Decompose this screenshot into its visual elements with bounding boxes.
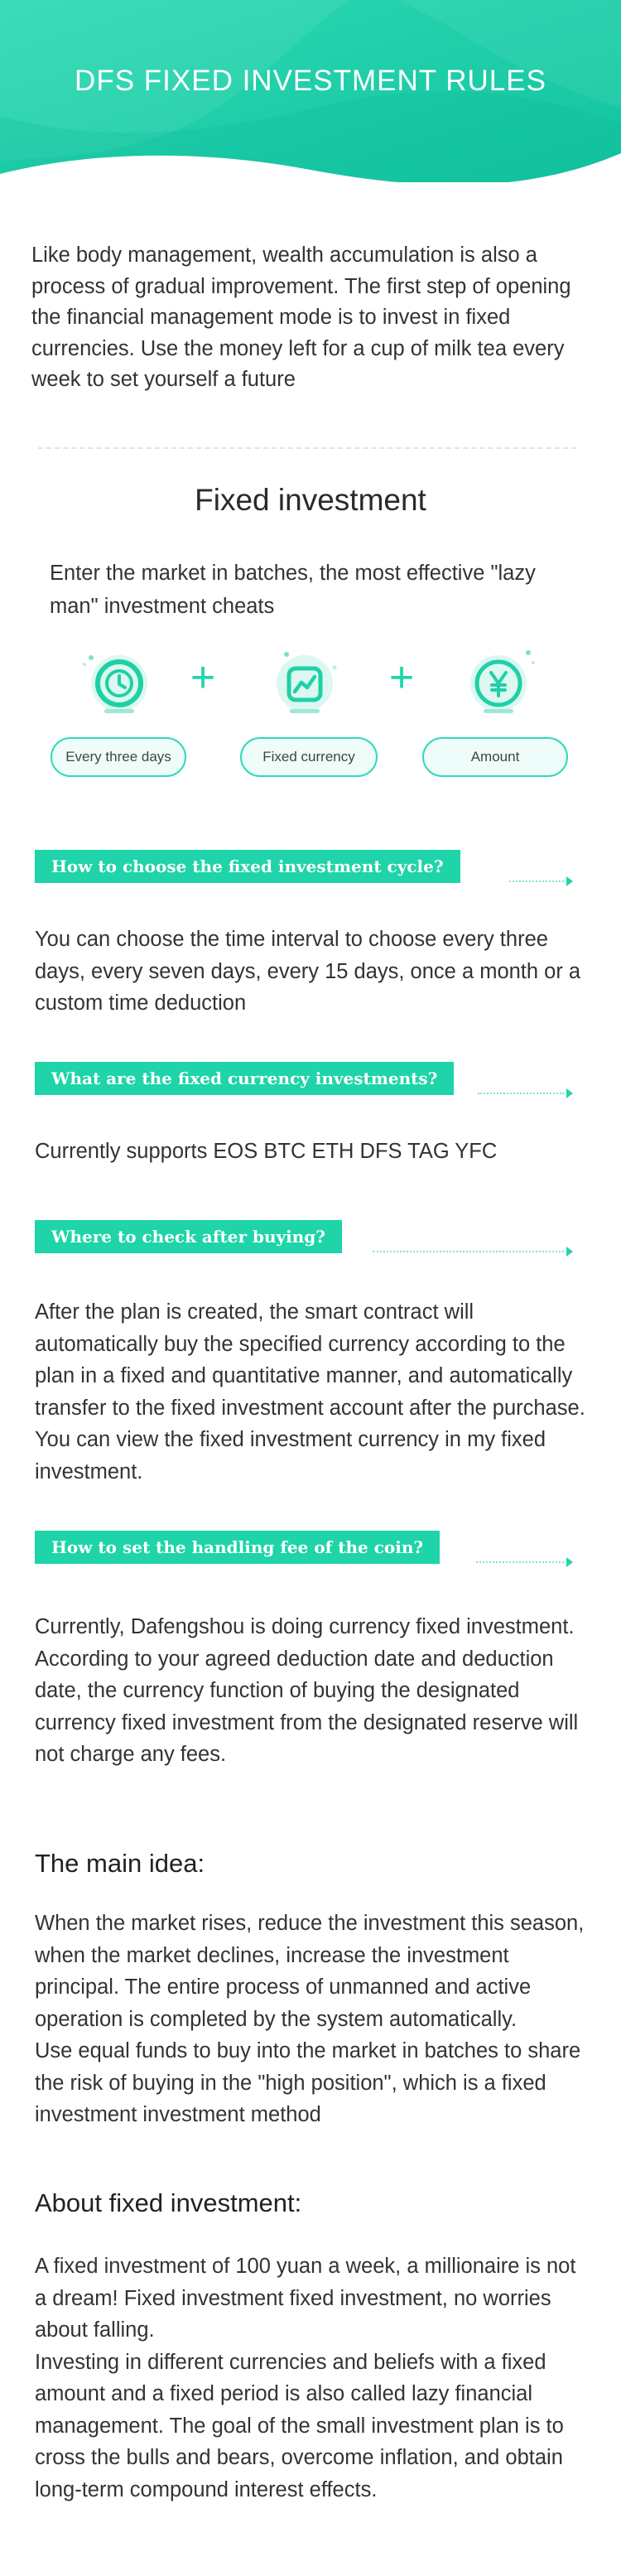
yen-coin-icon xyxy=(457,646,540,729)
section-title: Fixed investment xyxy=(195,483,426,517)
answer-text: You can choose the time interval to choo… xyxy=(35,928,581,1015)
question-label: What are the fixed currency investments? xyxy=(35,1062,455,1095)
arrow-right-icon xyxy=(566,1247,573,1257)
dotted-line xyxy=(373,1251,564,1252)
rules-page: DFS FIXED INVESTMENT RULES Like body man… xyxy=(0,0,621,2576)
chart-icon xyxy=(263,646,346,729)
dotted-line xyxy=(478,1093,564,1094)
plus-icon: + xyxy=(388,654,415,702)
answer-text: Currently, Dafengshou is doing currency … xyxy=(35,1615,579,1766)
step-pill-cycle: Every three days xyxy=(51,737,186,777)
question-label: How to choose the fixed investment cycle… xyxy=(35,850,460,883)
arrow-right-icon xyxy=(566,876,573,886)
clock-icon xyxy=(78,646,161,729)
page-title: DFS FIXED INVESTMENT RULES xyxy=(75,65,546,97)
arrow-right-icon xyxy=(566,1557,573,1567)
main-idea-title: The main idea: xyxy=(35,1849,205,1878)
section-subtitle: Enter the market in batches, the most ef… xyxy=(50,562,536,618)
about-text: A fixed investment of 100 yuan a week, a… xyxy=(35,2255,576,2501)
question-label: Where to check after buying? xyxy=(35,1220,342,1253)
dotted-line xyxy=(509,880,564,882)
plus-icon: + xyxy=(190,654,216,702)
step-pill-currency: Fixed currency xyxy=(240,737,378,777)
intro-text: Like body management, wealth accumulatio… xyxy=(31,244,571,391)
divider xyxy=(38,447,576,449)
arrow-right-icon xyxy=(566,1088,573,1098)
question-label: How to set the handling fee of the coin? xyxy=(35,1531,440,1564)
step-pill-amount: Amount xyxy=(422,737,568,777)
dotted-line xyxy=(476,1561,564,1563)
main-idea-text: When the market rises, reduce the invest… xyxy=(35,1912,585,2126)
header-banner: DFS FIXED INVESTMENT RULES xyxy=(0,0,621,182)
answer-text: Currently supports EOS BTC ETH DFS TAG Y… xyxy=(35,1140,498,1163)
investment-flow: + + Every three days Fixed currency Amou… xyxy=(0,646,621,795)
about-title: About fixed investment: xyxy=(35,2188,302,2217)
answer-text: After the plan is created, the smart con… xyxy=(35,1300,585,1483)
